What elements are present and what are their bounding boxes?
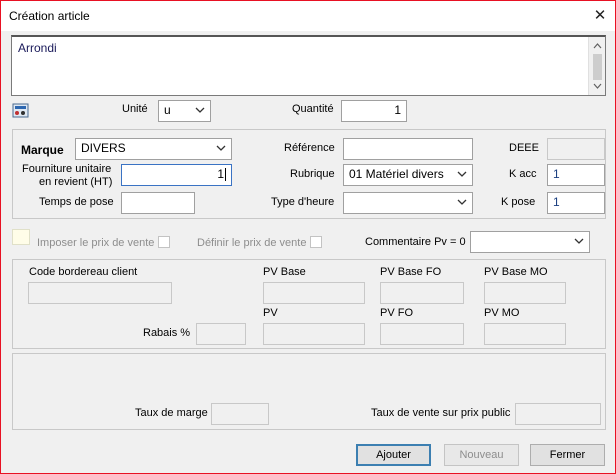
pv-base-label: PV Base (263, 266, 306, 278)
description-text: Arrondi (18, 41, 57, 55)
imposer-prix-label: Imposer le prix de vente (37, 237, 155, 249)
close-button[interactable]: ✕ (585, 1, 615, 31)
chevron-down-icon (457, 199, 467, 205)
rubrique-select[interactable]: 01 Matériel divers (343, 164, 473, 186)
dialog-window: Création article ✕ Arrondi Unité u Quant… (0, 0, 616, 474)
fourniture-input[interactable]: 1 (121, 164, 232, 186)
definir-prix-checkbox[interactable] (310, 236, 322, 248)
unit-value: u (164, 103, 171, 117)
type-heure-label: Type d'heure (271, 196, 335, 208)
scroll-down-icon[interactable] (589, 79, 606, 93)
quantity-value: 1 (394, 103, 401, 117)
unit-label: Unité (122, 103, 148, 115)
pv-base-mo-label: PV Base MO (484, 266, 548, 278)
marque-select[interactable]: DIVERS (75, 138, 232, 160)
taux-vente-label: Taux de vente sur prix public (371, 407, 511, 419)
commentaire-label: Commentaire Pv = 0 (365, 236, 466, 248)
window-title: Création article (9, 9, 90, 23)
nouveau-button[interactable]: Nouveau (444, 444, 519, 466)
chevron-down-icon (195, 107, 205, 113)
code-bordereau-input[interactable] (28, 282, 172, 304)
rabais-input[interactable] (196, 323, 246, 345)
fourniture-value: 1 (217, 167, 224, 181)
taux-marge-label: Taux de marge (135, 407, 208, 419)
marque-label: Marque (21, 143, 64, 157)
quantity-label: Quantité (292, 103, 334, 115)
chevron-down-icon (216, 145, 226, 151)
pv-base-mo-input[interactable] (484, 282, 566, 304)
kacc-input[interactable]: 1 (547, 164, 605, 186)
temps-pose-input[interactable] (121, 192, 195, 214)
commentaire-select[interactable] (470, 231, 590, 253)
unit-select[interactable]: u (158, 100, 211, 122)
pv-mo-label: PV MO (484, 307, 520, 319)
scroll-thumb[interactable] (593, 54, 602, 80)
taux-vente-input[interactable] (515, 403, 601, 425)
taux-marge-input[interactable] (211, 403, 269, 425)
marque-value: DIVERS (81, 141, 126, 155)
rubrique-value: 01 Matériel divers (349, 167, 444, 181)
fermer-button[interactable]: Fermer (530, 444, 605, 466)
pv-fo-label: PV FO (380, 307, 414, 319)
color-swatch[interactable] (12, 229, 30, 245)
quantity-input[interactable]: 1 (341, 100, 407, 122)
kpose-label: K pose (501, 196, 536, 208)
imposer-prix-checkbox[interactable] (158, 236, 170, 248)
fourniture-label-line2: en revient (HT) (39, 176, 113, 188)
pv-mo-input[interactable] (484, 323, 566, 345)
temps-pose-label: Temps de pose (39, 196, 114, 208)
calculator-settings-icon[interactable] (12, 103, 29, 118)
chevron-down-icon (574, 238, 584, 244)
rubrique-label: Rubrique (290, 168, 335, 180)
type-heure-select[interactable] (343, 192, 473, 214)
kacc-value: 1 (553, 167, 560, 181)
pv-fo-input[interactable] (380, 323, 464, 345)
scroll-up-icon[interactable] (589, 39, 606, 53)
deee-input[interactable] (547, 138, 605, 160)
close-icon: ✕ (593, 7, 607, 24)
deee-label: DEEE (509, 142, 539, 154)
pv-base-input[interactable] (263, 282, 365, 304)
pv-label: PV (263, 307, 278, 319)
reference-label: Référence (284, 142, 335, 154)
pv-input[interactable] (263, 323, 365, 345)
reference-input[interactable] (343, 138, 473, 160)
pv-base-fo-label: PV Base FO (380, 266, 442, 278)
ajouter-button[interactable]: Ajouter (356, 444, 431, 466)
kpose-input[interactable]: 1 (547, 192, 605, 214)
text-caret (225, 168, 226, 182)
memo-scrollbar[interactable] (588, 37, 605, 95)
code-bordereau-label: Code bordereau client (29, 266, 138, 278)
fourniture-label-line1: Fourniture unitaire (22, 163, 112, 175)
rabais-label: Rabais % (143, 327, 191, 339)
kpose-value: 1 (553, 195, 560, 209)
chevron-down-icon (457, 171, 467, 177)
description-memo[interactable]: Arrondi (11, 35, 606, 96)
title-bar: Création article ✕ (1, 1, 615, 31)
definir-prix-label: Définir le prix de vente (197, 237, 307, 249)
pv-base-fo-input[interactable] (380, 282, 464, 304)
kacc-label: K acc (509, 168, 537, 180)
